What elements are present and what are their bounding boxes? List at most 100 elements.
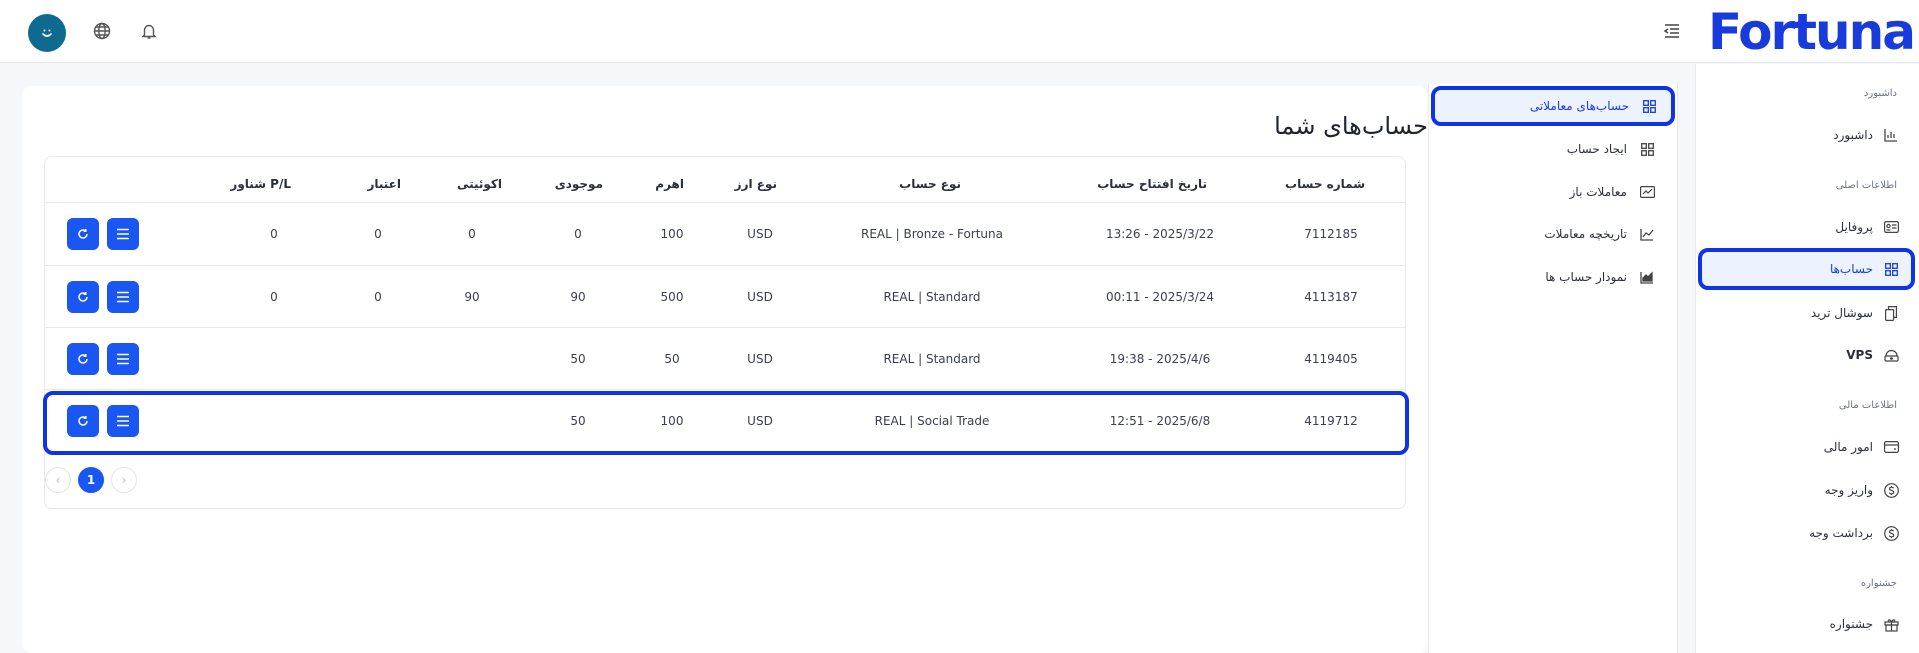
menu-button[interactable] <box>107 281 139 313</box>
language-button[interactable] <box>89 18 115 44</box>
col-equity: اکوئیتی <box>456 177 502 191</box>
sidebar-item-festival[interactable]: جشنواره <box>1708 607 1899 641</box>
header-divider <box>45 202 1405 203</box>
row-divider <box>45 327 1405 328</box>
cell-balance: 50 <box>570 414 586 428</box>
refresh-icon <box>78 354 88 364</box>
menu-collapse-icon <box>1663 24 1679 38</box>
cell-currency: USD <box>747 414 773 428</box>
refresh-button[interactable] <box>67 343 99 375</box>
col-credit: اعتبار <box>367 177 401 191</box>
menu-button[interactable] <box>107 405 139 437</box>
cell-account-type: REAL | Bronze - Fortuna <box>861 227 1003 241</box>
subnav-item-trading-accounts[interactable]: حساب‌های معاملاتی <box>1431 86 1675 126</box>
refresh-button[interactable] <box>67 218 99 250</box>
sidebar-section-festival: جشنواره <box>1860 578 1897 589</box>
copy-icon <box>1883 305 1899 321</box>
top-header: Fortuna <box>0 0 1919 63</box>
cell-open-date: 12:51 - 2025/6/8 <box>1109 414 1211 428</box>
subnav-item-create-account[interactable]: ایجاد حساب <box>1443 132 1655 166</box>
cell-leverage: 100 <box>660 227 684 241</box>
cell-leverage: 100 <box>660 414 684 428</box>
sidebar-item-dashboard[interactable]: داشبورد <box>1708 118 1899 152</box>
cell-currency: USD <box>747 290 773 304</box>
refresh-icon <box>78 229 88 239</box>
sidebar-item-finance[interactable]: امور مالی <box>1708 430 1899 464</box>
col-currency: نوع ارز <box>734 177 777 191</box>
sidebar-section-financial-info: اطلاعات مالی <box>1838 400 1897 411</box>
menu-button[interactable] <box>107 218 139 250</box>
sidebar-item-accounts[interactable]: حساب‌ها <box>1698 248 1915 290</box>
sidebar-item-label: واریز وجه <box>1824 483 1873 497</box>
sidebar-item-label: جشنواره <box>1829 617 1873 631</box>
sidebar-item-label: حساب‌ها <box>1829 262 1873 276</box>
cell-balance: 0 <box>574 227 582 241</box>
menu-button[interactable] <box>107 343 139 375</box>
menu-icon <box>117 291 129 303</box>
sidebar-item-withdraw[interactable]: برداشت وجه <box>1708 516 1899 550</box>
sidebar-item-label: سوشال ترید <box>1810 306 1873 320</box>
sidebar-item-profile[interactable]: پروفایل <box>1708 210 1899 244</box>
page-title: حساب‌های شما <box>1274 112 1428 140</box>
cell-floating-pl: 0 <box>270 290 278 304</box>
chart-icon <box>1883 127 1899 143</box>
notifications-button[interactable] <box>136 18 162 44</box>
sidebar-item-label: امور مالی <box>1823 440 1873 454</box>
cell-account-type: REAL | Standard <box>883 290 981 304</box>
pager-prev-button[interactable]: ‹ <box>45 467 71 493</box>
cell-open-date: 13:26 - 2025/3/22 <box>1105 227 1215 241</box>
pager-next-button[interactable]: › <box>111 467 137 493</box>
cell-equity: 90 <box>464 290 480 304</box>
subnav-item-open-trades[interactable]: معاملات باز <box>1443 175 1655 209</box>
cell-open-date: 19:38 - 2025/4/6 <box>1109 352 1211 366</box>
subnav-item-account-charts[interactable]: نمودار حساب ها <box>1443 260 1655 294</box>
cell-account-number: 4119405 <box>1304 352 1358 366</box>
col-balance: موجودی <box>554 177 603 191</box>
id-card-icon <box>1883 219 1899 235</box>
cell-account-number: 4119712 <box>1304 414 1358 428</box>
cell-account-number: 4113187 <box>1304 290 1358 304</box>
col-account-number: شماره حساب <box>1285 177 1365 191</box>
server-icon <box>1883 347 1899 363</box>
refresh-button[interactable] <box>67 405 99 437</box>
cell-balance: 90 <box>570 290 586 304</box>
sidebar-item-deposit[interactable]: واریز وجه <box>1708 473 1899 507</box>
sidebar-item-label: پروفایل <box>1835 220 1873 234</box>
cell-account-number: 7112185 <box>1304 227 1358 241</box>
refresh-button[interactable] <box>67 281 99 313</box>
chevron-left-icon: ‹ <box>55 473 61 487</box>
cell-credit: 0 <box>374 290 382 304</box>
grid-icon <box>1639 141 1655 157</box>
fortuna-logo[interactable]: Fortuna <box>1708 2 1916 62</box>
smiley-icon <box>42 29 52 37</box>
avatar[interactable] <box>28 14 66 52</box>
col-account-type: نوع حساب <box>899 177 961 191</box>
cell-account-type: REAL | Standard <box>883 352 981 366</box>
cell-account-type: REAL | Social Trade <box>874 414 990 428</box>
menu-toggle-button[interactable] <box>1660 19 1684 43</box>
grid-icon <box>1883 261 1899 277</box>
menu-icon <box>117 228 129 240</box>
col-leverage: اهرم <box>655 177 684 191</box>
sidebar-item-label: داشبورد <box>1833 128 1873 142</box>
accounts-table: شماره حساب تاریخ افتتاح حساب نوع حساب نو… <box>43 156 1409 509</box>
row-divider <box>45 265 1405 266</box>
subnav-item-trade-history[interactable]: تاریخچه معاملات <box>1443 217 1655 251</box>
chart-line-icon <box>1639 184 1655 200</box>
menu-icon <box>117 353 129 365</box>
cell-leverage: 500 <box>660 290 684 304</box>
pager-page-1[interactable]: 1 <box>78 467 104 493</box>
row-divider <box>45 389 1405 390</box>
subnav-item-label: معاملات باز <box>1569 185 1627 199</box>
globe-icon <box>93 22 111 40</box>
main-content: حساب‌های شما شماره حساب تاریخ افتتاح حسا… <box>22 86 1428 653</box>
sidebar-item-vps[interactable]: VPS <box>1708 338 1899 372</box>
bell-icon <box>141 24 157 39</box>
gift-icon <box>1883 616 1899 632</box>
sidebar-item-label: VPS <box>1846 348 1873 362</box>
cell-currency: USD <box>747 227 773 241</box>
sidebar-section-dashboard: داشبورد <box>1863 88 1897 99</box>
refresh-icon <box>78 416 88 426</box>
sidebar-item-social-trade[interactable]: سوشال ترید <box>1708 296 1899 330</box>
col-floating-pl: P/L شناور <box>230 177 291 191</box>
